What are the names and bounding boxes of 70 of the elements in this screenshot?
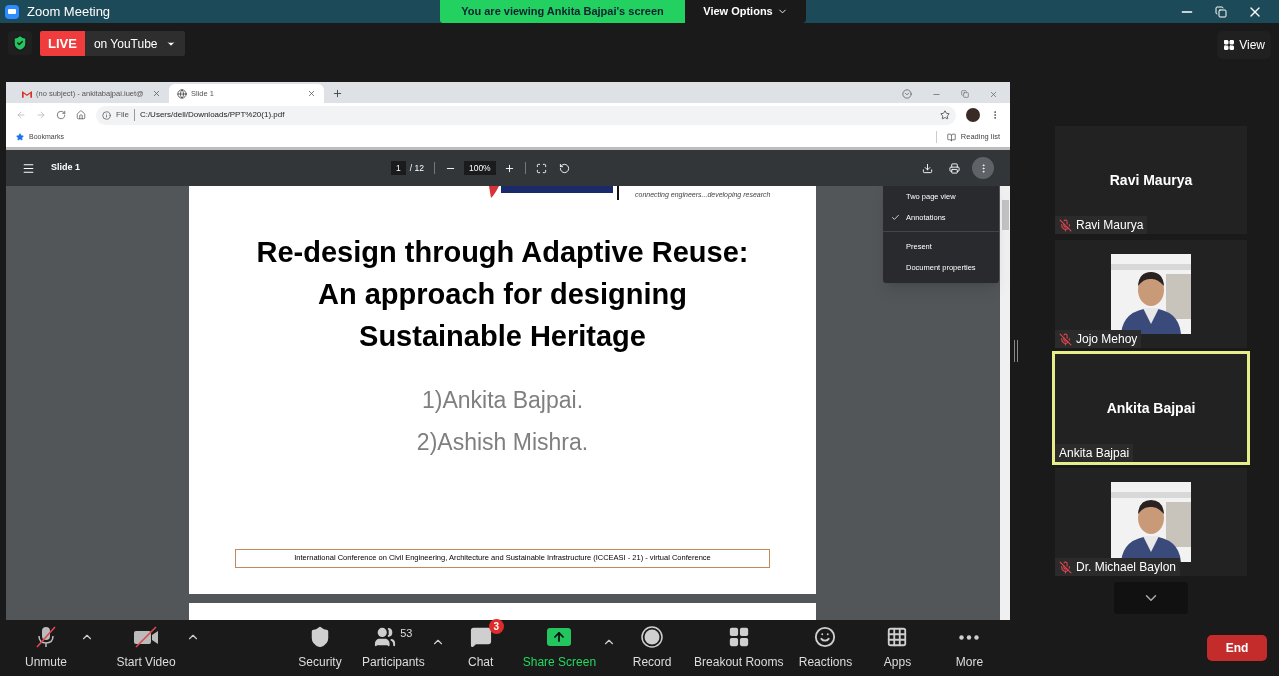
close-tab-icon[interactable]	[152, 89, 161, 98]
rotate-icon[interactable]	[558, 162, 570, 174]
toolbar-button[interactable]: Share Screen	[516, 625, 617, 671]
slide-title: Sustainable Heritage	[359, 318, 646, 354]
view-button[interactable]: View	[1217, 31, 1271, 59]
new-tab-icon[interactable]	[332, 88, 343, 99]
live-target-button[interactable]: on YouTube	[84, 31, 185, 56]
view-options-button[interactable]: View Options	[685, 0, 806, 23]
author-name: 1)Ankita Bajpai.	[421, 385, 584, 415]
scrollbar[interactable]	[1000, 186, 1010, 620]
shield-icon	[309, 626, 331, 648]
globe-icon	[177, 88, 187, 99]
participant-label: Jojo Mehoy	[1076, 331, 1138, 348]
page-number-field[interactable]: 1	[391, 160, 406, 176]
people-icon	[374, 626, 397, 648]
toolbar-button[interactable]: Security	[284, 625, 356, 671]
grid-icon	[1223, 39, 1236, 51]
address-bar[interactable]: File C:/Users/dell/Downloads/PPT%20(1).pdf	[96, 105, 956, 125]
toolbar-button[interactable]: Apps	[861, 625, 934, 671]
participant-count: 53	[400, 625, 413, 641]
banner-text: You are viewing Ankita Bajpai's screen	[461, 4, 664, 20]
participant-label: Dr. Michael Baylon	[1076, 559, 1177, 576]
document-title: Slide 1	[51, 161, 81, 175]
toolbar-button[interactable]: More	[933, 625, 1006, 671]
start-video-button[interactable]: Start Video	[106, 625, 186, 671]
smiley-icon	[814, 626, 837, 648]
profile-avatar[interactable]	[966, 108, 980, 122]
participant-name: Ankita Bajpai	[1106, 398, 1196, 418]
download-icon[interactable]	[922, 162, 933, 174]
zoom-in-icon[interactable]	[503, 162, 515, 174]
zoom-field[interactable]: 100%	[463, 160, 496, 176]
scheme-label: File	[116, 109, 135, 121]
author-name: 2)Ashish Mishra.	[416, 427, 589, 457]
reading-list-icon[interactable]	[946, 132, 956, 142]
unmute-button[interactable]: Unmute	[12, 625, 80, 671]
window-title: Zoom Meeting	[27, 2, 111, 21]
url-text: C:/Users/dell/Downloads/PPT%20(1).pdf	[139, 109, 285, 121]
menu-icon[interactable]	[22, 161, 35, 175]
grid-icon	[727, 626, 750, 648]
live-badge: LIVE	[40, 31, 85, 56]
home-icon[interactable]	[76, 110, 86, 120]
slide-title: An approach for designing	[318, 276, 687, 312]
participant-label: Ravi Maurya	[1076, 217, 1144, 234]
participant-label: Ankita Bajpai	[1059, 445, 1130, 462]
more-icon	[959, 634, 980, 640]
camera-app-icon	[5, 4, 19, 19]
end-button[interactable]: End	[1207, 635, 1267, 661]
info-icon[interactable]	[102, 110, 111, 120]
restore-icon[interactable]	[1215, 5, 1227, 18]
fit-page-icon[interactable]	[535, 162, 547, 174]
check-icon	[891, 213, 900, 222]
mail-icon	[22, 89, 32, 98]
record-icon	[641, 626, 664, 648]
toolbar-button[interactable]: Record	[616, 625, 689, 671]
more-options-button[interactable]	[972, 157, 994, 179]
toolbar-button[interactable]: 53 Participants	[356, 625, 445, 671]
chat-icon	[469, 626, 492, 648]
print-icon[interactable]	[949, 162, 960, 174]
page-count: / 12	[409, 161, 424, 175]
slide-title: Re-design through Adaptive Reuse:	[256, 234, 749, 270]
reload-icon[interactable]	[56, 110, 66, 120]
close-tab-icon[interactable]	[307, 89, 316, 98]
toolbar-button[interactable]: Reactions	[789, 625, 862, 671]
security-shield-icon	[8, 31, 32, 55]
star-icon	[16, 133, 24, 141]
participant-name: Ravi Maurya	[1109, 170, 1193, 190]
resize-handle[interactable]	[1014, 340, 1018, 362]
apps-icon	[886, 626, 909, 648]
toolbar-button[interactable]: Breakout Rooms	[688, 625, 790, 671]
bookmark-star-icon[interactable]	[940, 110, 950, 120]
